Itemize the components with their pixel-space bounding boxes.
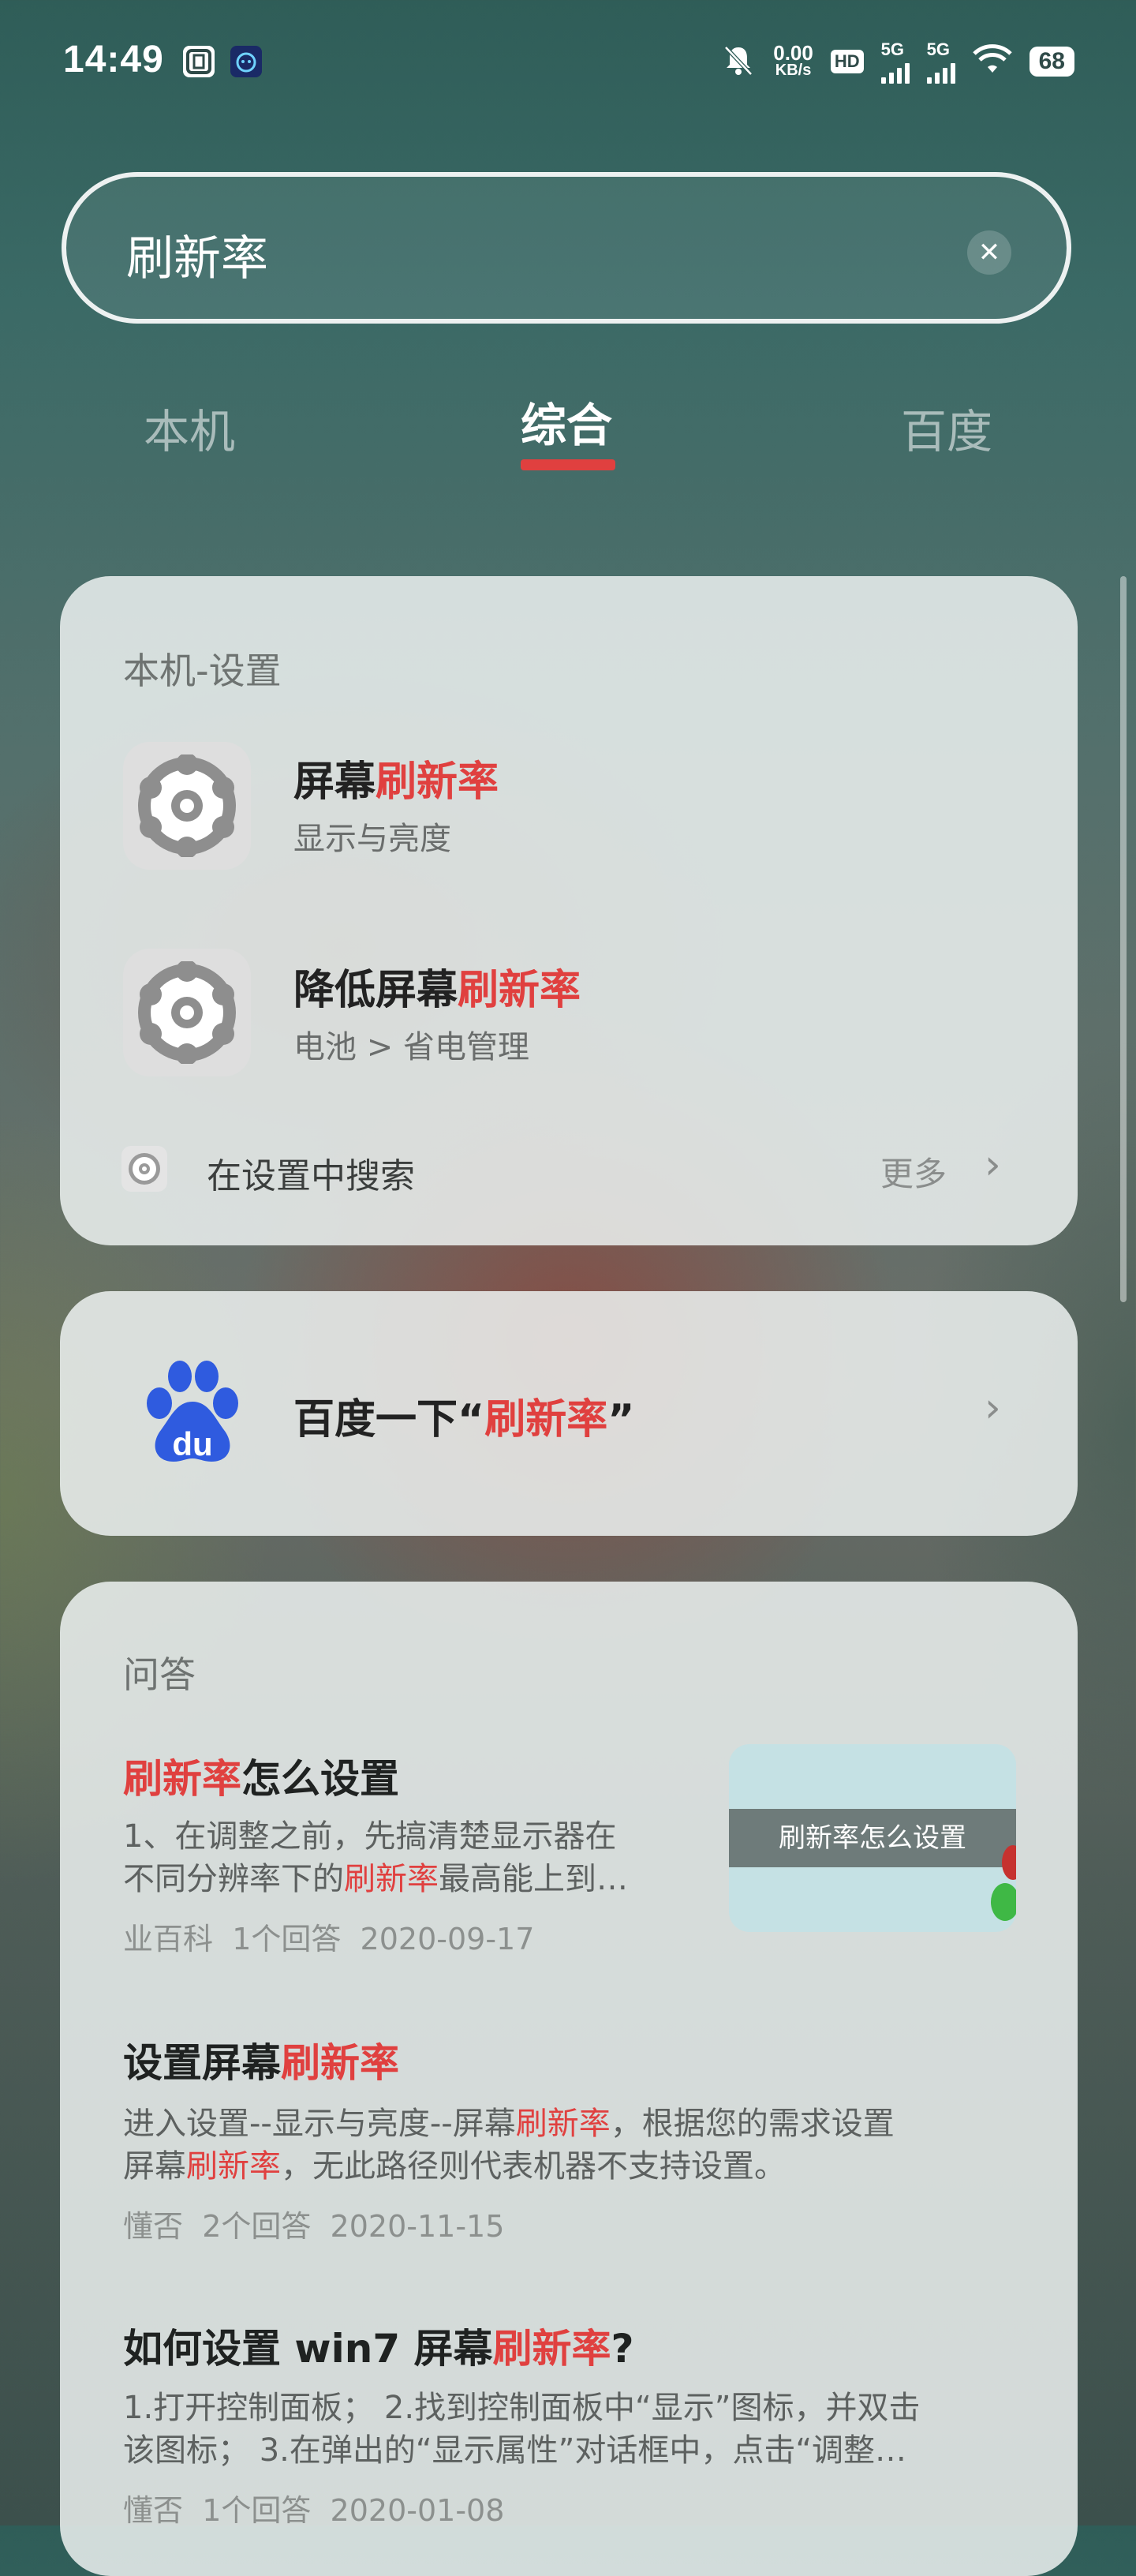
qa-snippet-part: 刷新率 (186, 2148, 281, 2185)
qa-snippet-part: 1.打开控制面板； 2.找到控制面板中“显示”图标，并双击 (123, 2390, 921, 2426)
qa-snippet-line: 进入设置--显示与亮度--屏幕刷新率，根据您的需求设置 (123, 2102, 991, 2145)
qa-snippet-line: 1.打开控制面板； 2.找到控制面板中“显示”图标，并双击 (123, 2387, 991, 2429)
qa-date: 2020-11-15 (330, 2209, 505, 2244)
status-time: 14:49 (63, 39, 164, 80)
tab-baidu[interactable]: 百度 (901, 395, 992, 461)
qa-title-part: ? (611, 2326, 634, 2372)
result-title-highlight: 刷新率 (458, 967, 581, 1014)
qa-date: 2020-01-08 (330, 2493, 505, 2528)
qa-snippet-part: 该图标； 3.在弹出的“显示属性”对话框中，点击“调整… (123, 2432, 907, 2469)
sim1-label: 5G (880, 39, 904, 59)
status-icons: 0.00 KB/s HD 5G 5G 68 (721, 39, 1074, 84)
result-title-highlight: 刷新率 (376, 758, 499, 806)
qa-title-part: 设置屏幕 (123, 2040, 281, 2086)
hd-icon: HD (830, 50, 864, 73)
baidu-search-card[interactable]: du 百度一下“刷新率” › (60, 1291, 1078, 1536)
qa-title-part: 刷新率 (492, 2326, 611, 2372)
result-title: 屏幕刷新率 (293, 748, 499, 807)
qa-title-part: 如何设置 win7 屏幕 (123, 2326, 493, 2372)
qa-snippet-line: 1、在调整之前，先搞清楚显示器在 (123, 1815, 707, 1858)
search-input[interactable]: 刷新率 (126, 220, 268, 289)
qa-results-card: 问答 刷新率怎么设置 1、在调整之前，先搞清楚显示器在 不同分辨率下的刷新率最高… (60, 1582, 1078, 2576)
chevron-right-icon: › (985, 1384, 1001, 1432)
qa-snippet-part: 刷新率 (515, 2106, 611, 2142)
clear-search-button[interactable]: ✕ (967, 230, 1011, 275)
notification-app-icon (183, 46, 215, 77)
baidu-label-suffix: ” (607, 1396, 635, 1443)
search-field[interactable]: 刷新率 ✕ (62, 172, 1071, 324)
result-subtitle: 电池 > 省电管理 (293, 1029, 529, 1065)
more-link[interactable]: 更多 (880, 1148, 947, 1196)
active-tab-indicator (521, 459, 615, 470)
qa-snippet-line: 屏幕刷新率，无此路径则代表机器不支持设置。 (123, 2145, 991, 2188)
chevron-right-icon: › (985, 1141, 1001, 1189)
qa-answer-count: 1个回答 (232, 1922, 342, 1956)
qa-snippet-line: 不同分辨率下的刷新率最高能上到… (123, 1858, 707, 1900)
qa-snippet-part: 最高能上到… (439, 1861, 628, 1897)
settings-results-card: 本机-设置 屏幕刷新率 显示与亮度 降低屏幕刷新率 电池 > 省电管理 在设置中… (60, 576, 1078, 1245)
qa-snippet-line: 该图标； 3.在弹出的“显示属性”对话框中，点击“调整… (123, 2429, 991, 2472)
qa-snippet-part: 屏幕 (123, 2148, 186, 2185)
baidu-paw-icon: du (136, 1357, 248, 1473)
qa-title: 刷新率怎么设置 (123, 1747, 399, 1804)
qa-title-part: 刷新率 (123, 1756, 241, 1802)
qa-snippet-part: ，根据您的需求设置 (610, 2106, 895, 2142)
battery-indicator: 68 (1029, 47, 1074, 77)
baidu-logo-text: du (172, 1425, 212, 1462)
qa-meta: 懂否 2个回答 2020-11-15 (123, 2202, 504, 2245)
qa-snippet-part: 刷新率 (344, 1861, 439, 1897)
tab-comprehensive[interactable]: 综合 (521, 388, 612, 455)
sim2-label: 5G (926, 39, 950, 59)
qa-snippet-part: 不同分辨率下的 (123, 1861, 344, 1897)
notification-robot-icon (230, 46, 262, 77)
network-speed-value: 0.00 (773, 41, 813, 65)
qa-source: 懂否 (123, 2493, 184, 2528)
qa-title-part: 怎么设置 (241, 1756, 399, 1802)
qa-source: 懂否 (123, 2209, 184, 2244)
qa-snippet: 1.打开控制面板； 2.找到控制面板中“显示”图标，并双击 该图标； 3.在弹出… (123, 2387, 991, 2472)
qa-snippet: 进入设置--显示与亮度--屏幕刷新率，根据您的需求设置 屏幕刷新率，无此路径则代… (123, 2102, 991, 2188)
network-speed: 0.00 KB/s (773, 41, 813, 79)
status-bar: 14:49 0.00 KB/s HD 5G 5G 68 (0, 0, 1136, 126)
sim2-signal-icon: 5G (926, 39, 955, 84)
result-title: 降低屏幕刷新率 (293, 957, 581, 1016)
network-speed-unit: KB/s (775, 62, 812, 79)
qa-meta: 业百科 1个回答 2020-09-17 (123, 1915, 534, 1958)
section-title: 本机-设置 (123, 650, 282, 692)
mute-bell-icon (721, 43, 756, 81)
qa-title: 如何设置 win7 屏幕刷新率? (123, 2317, 634, 2374)
qa-meta: 懂否 1个回答 2020-01-08 (123, 2486, 504, 2529)
settings-gear-icon (123, 742, 251, 870)
settings-gear-icon (123, 949, 251, 1076)
qa-source: 业百科 (123, 1922, 214, 1956)
qa-answer-count: 1个回答 (202, 2493, 312, 2528)
wifi-icon (972, 43, 1012, 80)
qa-date: 2020-09-17 (360, 1922, 535, 1956)
baidu-search-label: 百度一下“刷新率” (293, 1386, 634, 1445)
qa-title-part: 刷新率 (281, 2040, 399, 2086)
qa-snippet-part: 进入设置--显示与亮度--屏幕 (123, 2106, 516, 2142)
search-in-settings-label: 在设置中搜索 (207, 1156, 415, 1196)
result-subtitle: 显示与亮度 (293, 821, 451, 857)
balloon-icon (991, 1845, 1016, 1921)
section-title: 问答 (123, 1653, 196, 1696)
scrollbar[interactable] (1120, 576, 1127, 1302)
qa-snippet-part: 1、在调整之前，先搞清楚显示器在 (123, 1818, 617, 1855)
baidu-label-prefix: 百度一下“ (293, 1396, 485, 1443)
sim1-signal-icon: 5G (880, 39, 910, 84)
tab-local[interactable]: 本机 (144, 395, 235, 461)
qa-snippet-part: ，无此路径则代表机器不支持设置。 (281, 2148, 786, 2185)
result-title-text: 降低屏幕 (293, 967, 458, 1014)
baidu-label-query: 刷新率 (484, 1396, 608, 1443)
qa-answer-count: 2个回答 (202, 2209, 312, 2244)
settings-small-icon (121, 1146, 167, 1192)
result-title-text: 屏幕 (293, 758, 376, 806)
qa-thumbnail: 刷新率怎么设置 (729, 1744, 1016, 1932)
qa-title: 设置屏幕刷新率 (123, 2031, 399, 2088)
qa-snippet: 1、在调整之前，先搞清楚显示器在 不同分辨率下的刷新率最高能上到… (123, 1815, 707, 1900)
